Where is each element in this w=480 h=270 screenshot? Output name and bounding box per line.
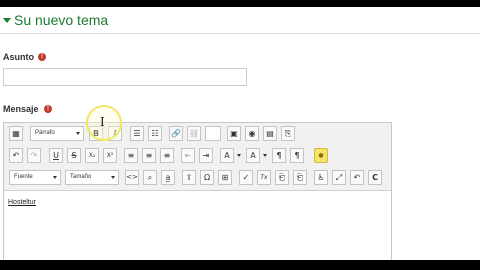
rtl-icon[interactable]: ¶ (290, 148, 304, 163)
files-icon[interactable]: ⎘ (281, 126, 295, 141)
background-color-icon[interactable]: A (246, 148, 260, 163)
spell-check-icon[interactable]: a̲ (161, 170, 175, 185)
unlink-icon[interactable]: ⛓ (187, 126, 201, 141)
text-color-icon[interactable]: A (220, 148, 234, 163)
top-letterbox (0, 0, 480, 7)
record-icon[interactable]: ▤ (263, 126, 277, 141)
blank-button[interactable] (205, 126, 221, 141)
bottom-letterbox (0, 260, 480, 270)
ltr-icon[interactable]: ¶ (272, 148, 286, 163)
accessibility-icon[interactable]: ● (314, 148, 328, 163)
message-label: Mensaje (3, 104, 39, 114)
required-icon: ! (44, 105, 52, 113)
paragraph-select[interactable]: Párrafo (30, 126, 84, 141)
required-icon: ! (38, 53, 46, 61)
size-select-value: Tamaño (70, 174, 92, 180)
superscript-button[interactable]: X² (103, 148, 117, 163)
align-left-icon[interactable]: ≡ (124, 148, 138, 163)
paragraph-select-value: Párrafo (35, 130, 55, 136)
align-right-icon[interactable]: ≡ (160, 148, 174, 163)
align-center-icon[interactable]: ≡ (142, 148, 156, 163)
code-icon[interactable]: <> (125, 170, 139, 185)
subscript-button[interactable]: X₂ (85, 148, 99, 163)
clear-format-icon[interactable]: Tx (257, 170, 271, 185)
size-select[interactable]: Tamaño (65, 170, 119, 185)
clean-icon[interactable]: ✓ (239, 170, 253, 185)
bullet-list-icon[interactable]: ☰ (130, 126, 144, 141)
subject-label: Asunto (3, 52, 34, 62)
collapse-caret-icon[interactable] (3, 18, 11, 23)
paste-word-icon[interactable]: ⎗ (293, 170, 307, 185)
chevron-down-icon (53, 176, 57, 179)
rich-text-editor: ▦ Párrafo B I ☰ ☷ 🔗 ⛓ ▣ ◉ ▤ ⎘ ↶ ↷ U S X₂… (3, 122, 392, 260)
undo-icon[interactable]: ↶ (9, 148, 23, 163)
c-icon[interactable]: C (368, 170, 382, 185)
link-icon[interactable]: 🔗 (169, 126, 183, 141)
section-header[interactable]: Su nuevo tema (0, 7, 480, 34)
upload-icon[interactable]: ⇪ (182, 170, 196, 185)
font-select[interactable]: Fuente (9, 170, 61, 185)
screenreader-icon[interactable]: ♿ (314, 170, 328, 185)
redo-icon[interactable]: ↷ (27, 148, 41, 163)
page: Su nuevo tema Asunto ! Mensaje ! ▦ Párra… (0, 7, 480, 260)
underline-button[interactable]: U (49, 148, 63, 163)
chevron-down-icon (111, 176, 115, 179)
subject-input[interactable] (3, 68, 247, 86)
table-icon[interactable]: ⊞ (218, 170, 232, 185)
font-select-value: Fuente (14, 174, 33, 180)
editor-content-area[interactable]: Hosteltur (4, 192, 391, 260)
image-icon[interactable]: ▣ (227, 126, 241, 141)
chevron-down-icon[interactable] (263, 154, 267, 157)
editor-content-text[interactable]: Hosteltur (8, 199, 36, 206)
outdent-icon[interactable]: ⇤ (181, 148, 195, 163)
html-source-icon[interactable]: ↶ (350, 170, 364, 185)
find-replace-icon[interactable]: ⌕ (143, 170, 157, 185)
media-icon[interactable]: ◉ (245, 126, 259, 141)
fullscreen-icon[interactable]: ⤢ (332, 170, 346, 185)
section-title: Su nuevo tema (14, 12, 109, 28)
text-cursor-icon: I (100, 115, 105, 129)
indent-icon[interactable]: ⇥ (199, 148, 213, 163)
toggle-toolbar-icon[interactable]: ▦ (9, 126, 23, 141)
chevron-down-icon (76, 132, 80, 135)
numbered-list-icon[interactable]: ☷ (148, 126, 162, 141)
chevron-down-icon[interactable] (237, 154, 241, 157)
editor-toolbar: ▦ Párrafo B I ☰ ☷ 🔗 ⛓ ▣ ◉ ▤ ⎘ ↶ ↷ U S X₂… (4, 123, 391, 191)
strikethrough-button[interactable]: S (67, 148, 81, 163)
paste-text-icon[interactable]: ⎗ (275, 170, 289, 185)
special-char-icon[interactable]: Ω (200, 170, 214, 185)
